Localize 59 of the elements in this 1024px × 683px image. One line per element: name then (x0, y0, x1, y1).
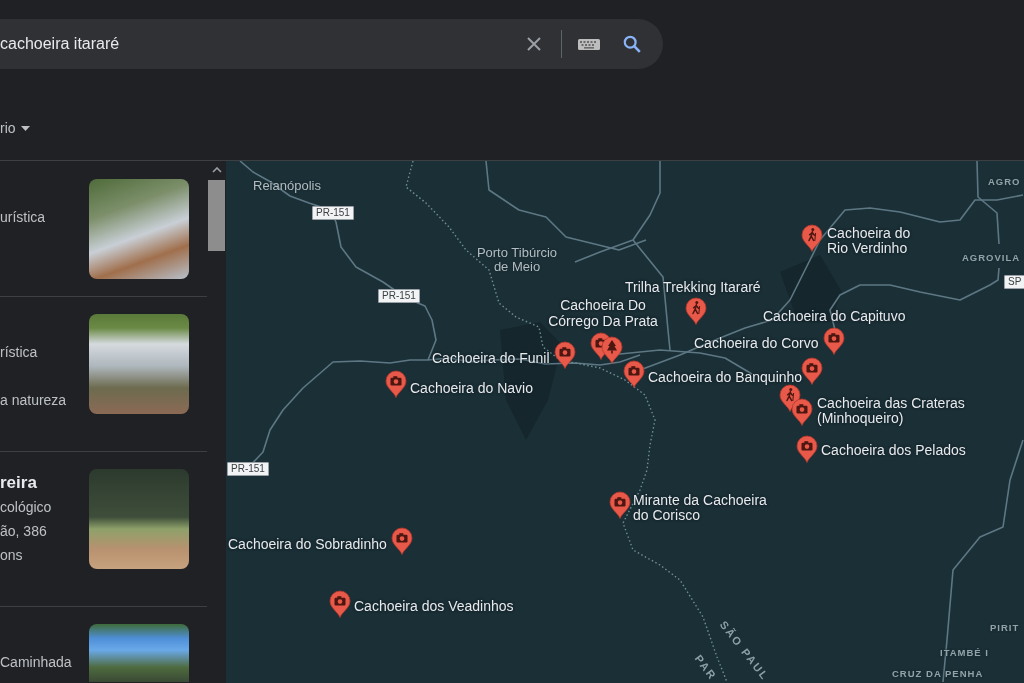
result-detail-text: cológico (0, 498, 52, 517)
place-label[interactable]: Cachoeira do Rio Verdinho (827, 225, 922, 257)
keyboard-icon[interactable] (578, 38, 600, 50)
camera-pin-icon[interactable] (385, 370, 407, 398)
road-shield: PR-151 (378, 289, 420, 303)
road-shield: SP (1004, 275, 1024, 289)
camera-pin-icon[interactable] (609, 491, 631, 519)
place-label[interactable]: Mirante da Cachoeira do Corisco (633, 492, 778, 524)
scrollbar-thumb[interactable] (208, 180, 225, 251)
result-detail-text: Caminhada (0, 653, 72, 672)
place-label[interactable]: Cachoeira do Sobradinho (228, 536, 387, 552)
hiker-pin-icon[interactable] (801, 224, 823, 252)
camera-pin-icon[interactable] (623, 360, 645, 388)
scroll-up-icon[interactable] (211, 167, 222, 173)
place-label[interactable]: Cachoeira Do Córrego Da Prata (543, 298, 663, 329)
search-bar[interactable]: cachoeira itararé (0, 19, 663, 69)
close-icon[interactable] (526, 36, 542, 52)
place-label[interactable]: Cachoeira do Funil (432, 350, 550, 366)
camera-pin-icon[interactable] (391, 527, 413, 555)
photo-placeholder[interactable] (89, 469, 189, 569)
place-label[interactable]: Cachoeira do Corvo (694, 335, 819, 351)
search-field[interactable]: cachoeira itararé (0, 32, 518, 56)
area-label: ITAMBÉ I (940, 647, 989, 659)
filter-dropdown[interactable]: rio (0, 118, 30, 138)
area-label: AGROVILA (962, 252, 1021, 264)
place-label[interactable]: Cachoeira do Capituvo (763, 308, 906, 324)
area-label: AGRO (988, 176, 1021, 188)
tree-pin-icon[interactable] (601, 336, 623, 364)
result-title: reira (0, 472, 37, 494)
camera-pin-icon[interactable] (791, 398, 813, 426)
search-icon[interactable] (623, 35, 641, 53)
photo-placeholder[interactable] (89, 314, 189, 414)
camera-pin-icon[interactable] (554, 341, 576, 369)
place-label: Porto Tibúrcio de Meio (475, 246, 559, 273)
camera-pin-icon[interactable] (823, 327, 845, 355)
camera-pin-icon[interactable] (801, 357, 823, 385)
photo-placeholder[interactable] (89, 179, 189, 279)
place-label[interactable]: Trilha Trekking Itararé (625, 279, 761, 295)
camera-pin-icon[interactable] (796, 435, 818, 463)
road-shield: PR-151 (312, 206, 354, 220)
place-label[interactable]: Cachoeira do Navio (410, 380, 533, 396)
result-detail-text: urística (0, 208, 46, 227)
camera-pin-icon[interactable] (329, 590, 351, 618)
result-detail-text: ão, 386 (0, 522, 47, 541)
result-detail-text: rística (0, 343, 38, 362)
map-area[interactable] (226, 161, 1024, 683)
road-shield: PR-151 (227, 462, 269, 476)
place-label: Reianópolis (253, 179, 321, 193)
place-label[interactable]: Cachoeira dos Veadinhos (354, 598, 514, 614)
area-label: CRUZ DA PENHA (892, 668, 984, 680)
result-detail-text: a natureza (0, 391, 67, 410)
dropdown-caret-icon (20, 125, 30, 131)
hiker-pin-icon[interactable] (685, 297, 707, 325)
area-label: PIRIT (990, 622, 1020, 634)
photo-placeholder[interactable] (89, 624, 189, 682)
place-label[interactable]: Cachoeira do Banquinho (648, 369, 803, 385)
place-label[interactable]: Cachoeira das Crateras (Minhoqueiro) (817, 395, 977, 427)
result-detail-text: ons (0, 546, 23, 565)
place-label[interactable]: Cachoeira dos Pelados (821, 442, 966, 458)
